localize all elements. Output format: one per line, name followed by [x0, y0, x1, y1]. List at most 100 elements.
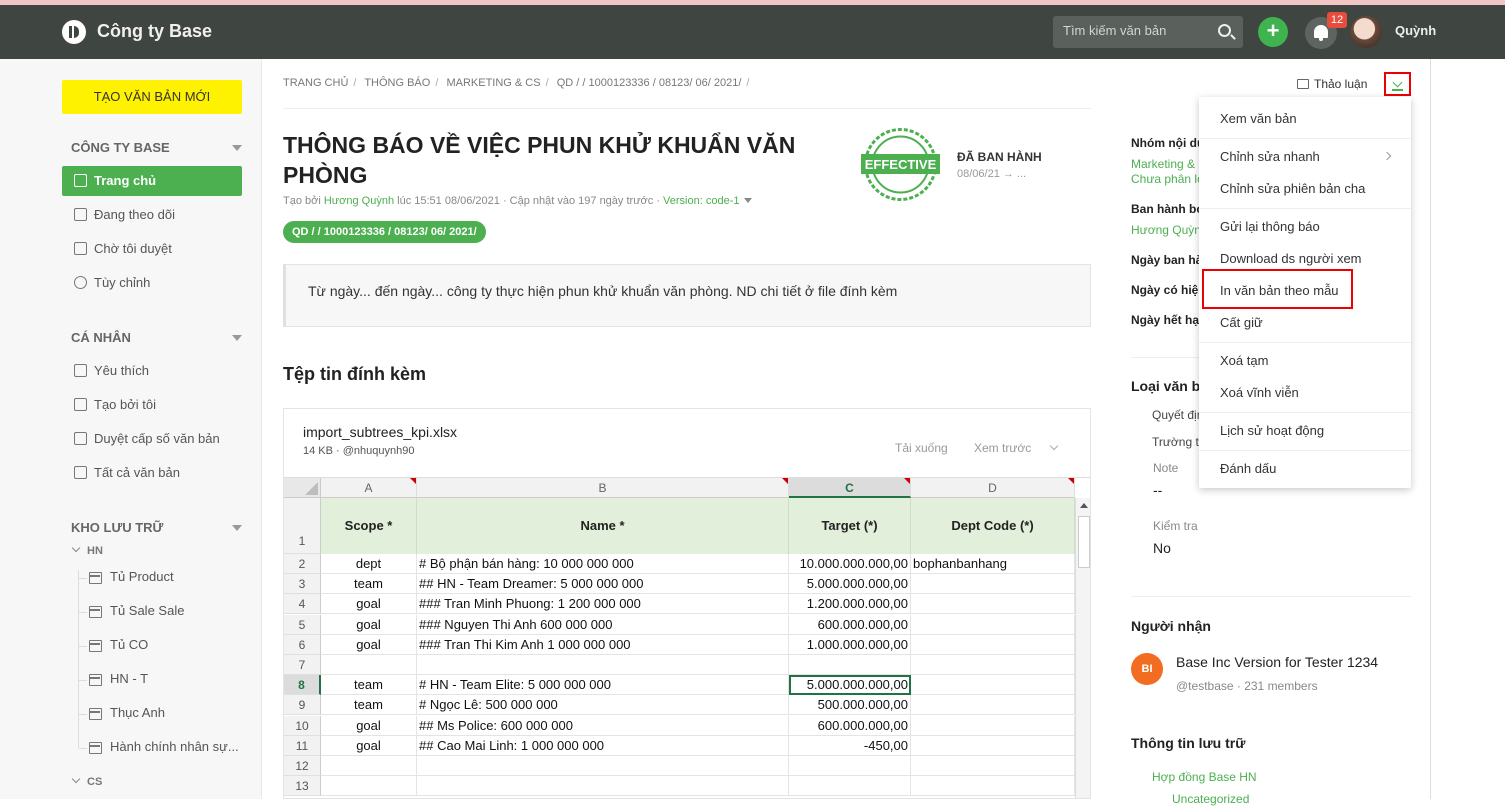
download-button[interactable]: Tải xuống: [895, 441, 948, 455]
collapse-company-icon[interactable]: [232, 145, 242, 151]
breadcrumb-item[interactable]: THÔNG BÁO: [364, 77, 430, 89]
menu-item-view[interactable]: Xem văn bản: [1199, 107, 1411, 131]
table-cell[interactable]: ### Tran Minh Phuong: 1 200 000 000: [417, 594, 789, 615]
table-cell[interactable]: goal: [321, 634, 417, 655]
table-cell[interactable]: [417, 756, 789, 776]
menu-item-archive[interactable]: Cất giữ: [1199, 311, 1411, 335]
table-cell[interactable]: [789, 776, 911, 797]
row-header[interactable]: 2: [284, 554, 321, 574]
create-button[interactable]: +: [1258, 17, 1288, 47]
sidebar-item-custom[interactable]: Tùy chỉnh: [62, 268, 242, 298]
storage-item[interactable]: Thục Anh: [79, 705, 165, 725]
sidebar-item-home[interactable]: Trang chủ: [62, 166, 242, 196]
row-header[interactable]: 5: [284, 614, 321, 635]
row-header[interactable]: 4: [284, 594, 321, 615]
row-header[interactable]: 13: [284, 776, 321, 797]
scroll-thumb[interactable]: [1078, 516, 1090, 568]
table-cell[interactable]: ## HN - Team Dreamer: 5 000 000 000: [417, 574, 789, 595]
sidebar-item-pending-approval[interactable]: Chờ tôi duyệt: [62, 234, 242, 264]
company-logo-icon[interactable]: [62, 20, 86, 44]
search-input[interactable]: [1063, 23, 1213, 38]
storage-item[interactable]: HN - T: [78, 671, 148, 691]
table-cell[interactable]: bophanbanhang: [911, 554, 1075, 574]
storage-item[interactable]: Tủ CO: [78, 637, 148, 657]
table-cell[interactable]: [911, 655, 1075, 675]
sidebar-item-number-approval[interactable]: Duyệt cấp số văn bản: [62, 424, 242, 454]
table-cell[interactable]: 500.000.000,00: [789, 695, 911, 716]
header-cell[interactable]: Dept Code (*): [911, 498, 1075, 554]
breadcrumb-item[interactable]: QD / / 1000123336 / 08123/ 06/ 2021/: [557, 77, 742, 89]
menu-item-permanent-delete[interactable]: Xoá vĩnh viễn: [1199, 381, 1411, 405]
table-cell[interactable]: ### Tran Thi Kim Anh 1 000 000 000: [417, 634, 789, 655]
column-header[interactable]: D: [911, 478, 1075, 498]
chevron-down-icon[interactable]: [1049, 441, 1059, 451]
menu-item-resend-notification[interactable]: Gửi lại thông báo: [1199, 215, 1411, 239]
caret-down-icon[interactable]: [744, 198, 753, 203]
collapse-personal-icon[interactable]: [232, 335, 242, 341]
table-cell[interactable]: team: [321, 574, 417, 595]
storage-item[interactable]: Hành chính nhân sự...: [79, 739, 239, 759]
table-cell[interactable]: [321, 756, 417, 776]
row-header[interactable]: 6: [284, 634, 321, 655]
storage-item[interactable]: Tủ Product: [79, 569, 174, 589]
creator-link[interactable]: Hương Quỳnh: [324, 195, 394, 207]
version-selector[interactable]: Version: code-1: [663, 195, 739, 207]
table-cell[interactable]: ### Nguyen Thi Anh 600 000 000: [417, 614, 789, 635]
menu-item-download-viewers[interactable]: Download ds người xem: [1199, 247, 1411, 271]
row-header[interactable]: 10: [284, 715, 321, 736]
user-avatar[interactable]: [1350, 16, 1382, 48]
sidebar-section-personal[interactable]: CÁ NHÂN: [71, 330, 131, 345]
column-header[interactable]: A: [321, 478, 417, 498]
menu-item-soft-delete[interactable]: Xoá tạm: [1199, 349, 1411, 373]
menu-item-activity-history[interactable]: Lịch sử hoạt động: [1199, 419, 1411, 443]
table-cell[interactable]: [911, 695, 1075, 716]
menu-item-quick-edit[interactable]: Chỉnh sửa nhanh: [1199, 145, 1411, 169]
attachment-file-name[interactable]: import_subtrees_kpi.xlsx: [303, 424, 457, 440]
table-cell[interactable]: -450,00: [789, 735, 911, 756]
document-actions-dropdown-button[interactable]: [1384, 72, 1411, 96]
header-cell[interactable]: Name *: [417, 498, 789, 554]
row-header[interactable]: 9: [284, 695, 321, 716]
user-name[interactable]: Quỳnh: [1395, 23, 1436, 38]
storage-item[interactable]: Tủ Sale Sale: [78, 603, 184, 623]
storage-link[interactable]: Hợp đồng Base HN: [1152, 770, 1257, 784]
table-cell[interactable]: # Bộ phận bán hàng: 10 000 000 000: [417, 554, 789, 574]
table-cell[interactable]: 10.000.000.000,00: [789, 554, 911, 574]
table-cell[interactable]: [911, 735, 1075, 756]
table-cell[interactable]: 600.000.000,00: [789, 614, 911, 635]
table-cell[interactable]: ## Cao Mai Linh: 1 000 000 000: [417, 735, 789, 756]
scroll-up-icon[interactable]: [1080, 503, 1088, 508]
table-cell[interactable]: 5.000.000.000,00: [789, 675, 911, 696]
sidebar-section-company[interactable]: CÔNG TY BASE: [71, 140, 170, 155]
preview-button[interactable]: Xem trước: [974, 441, 1031, 455]
table-cell[interactable]: goal: [321, 735, 417, 756]
table-cell[interactable]: ## Ms Police: 600 000 000: [417, 715, 789, 736]
table-cell[interactable]: # HN - Team Elite: 5 000 000 000: [417, 675, 789, 696]
table-cell[interactable]: [417, 655, 789, 675]
sidebar-item-favorites[interactable]: Yêu thích: [62, 356, 242, 386]
table-cell[interactable]: [789, 655, 911, 675]
header-cell[interactable]: Scope *: [321, 498, 417, 554]
table-cell[interactable]: dept: [321, 554, 417, 574]
row-header[interactable]: 12: [284, 756, 321, 776]
storage-group-hn[interactable]: HN: [71, 545, 103, 557]
table-cell[interactable]: [321, 776, 417, 797]
company-name[interactable]: Công ty Base: [97, 21, 212, 42]
table-cell[interactable]: team: [321, 695, 417, 716]
sidebar-item-created-by-me[interactable]: Tạo bởi tôi: [62, 390, 242, 420]
spreadsheet-preview[interactable]: A Scope * B Name * C Target (*) D Dept Code (*)…: [284, 477, 1090, 798]
recipient-name[interactable]: Base Inc Version for Tester 1234: [1176, 654, 1378, 670]
table-cell[interactable]: [417, 776, 789, 797]
issuer-link[interactable]: Hương Quỳnh: [1131, 223, 1208, 237]
storage-sub-link[interactable]: Uncategorized: [1172, 792, 1249, 806]
breadcrumb-item[interactable]: MARKETING & CS: [446, 77, 540, 89]
vertical-scrollbar[interactable]: [1075, 498, 1090, 798]
table-cell[interactable]: [911, 594, 1075, 615]
table-cell[interactable]: [321, 655, 417, 675]
row-header[interactable]: 1: [284, 498, 321, 554]
table-cell[interactable]: [911, 756, 1075, 776]
row-header[interactable]: 7: [284, 655, 321, 675]
table-cell[interactable]: [789, 756, 911, 776]
sidebar-item-following[interactable]: Đang theo dõi: [62, 200, 242, 230]
table-cell[interactable]: team: [321, 675, 417, 696]
